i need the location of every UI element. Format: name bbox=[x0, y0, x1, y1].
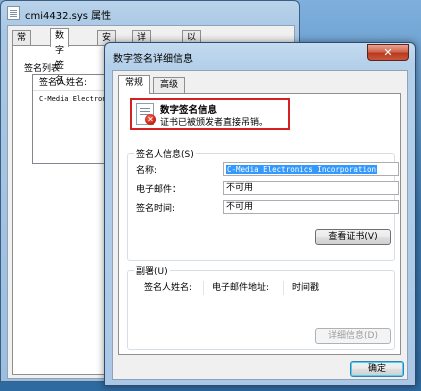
tab-digital-signatures[interactable]: 数字签名 bbox=[50, 28, 70, 86]
email-label: 电子邮件： bbox=[136, 185, 182, 195]
signer-info-label: 签名人信息(S) bbox=[134, 147, 196, 160]
signing-time-field[interactable]: 不可用 bbox=[223, 200, 399, 214]
close-icon: ✕ bbox=[383, 46, 393, 59]
countersignatures-label: 副署(U) bbox=[134, 264, 170, 277]
name-value: C-Media Electronics Incorporation bbox=[226, 165, 378, 174]
tab-general[interactable]: 常规 bbox=[118, 75, 151, 94]
email-field[interactable]: 不可用 bbox=[223, 181, 399, 195]
name-label: 名称: bbox=[136, 166, 158, 176]
dialog-client: 常规 高级 ✕ 数字签名信息 证书已被颁发者直接吊销。 签名人信息(S) 名称:… bbox=[112, 70, 408, 380]
warning-title: 数字签名信息 bbox=[160, 105, 218, 116]
error-icon: ✕ bbox=[145, 114, 156, 125]
ok-button[interactable]: 确定 bbox=[350, 361, 404, 377]
signing-time-label: 签名时间: bbox=[136, 204, 176, 214]
signature-list-row[interactable]: C-Media Electronics bbox=[39, 95, 111, 103]
signature-warning: ✕ 数字签名信息 证书已被颁发者直接吊销。 bbox=[130, 98, 290, 130]
tab-general[interactable]: 常规 bbox=[12, 30, 32, 58]
column-signer-name[interactable]: 签名人姓名: bbox=[136, 281, 204, 295]
properties-window-title: cmi4432.sys 属性 bbox=[25, 11, 112, 22]
column-email-address[interactable]: 电子邮件地址: bbox=[204, 281, 284, 295]
countersignatures-list[interactable]: 签名人姓名: 电子邮件地址: 时间戳 bbox=[128, 281, 394, 295]
column-timestamp[interactable]: 时间戳 bbox=[284, 281, 344, 295]
name-field[interactable]: C-Media Electronics Incorporation bbox=[223, 162, 399, 176]
signer-name-column-header[interactable]: 签名人姓名: bbox=[33, 75, 111, 91]
general-panel: ✕ 数字签名信息 证书已被颁发者直接吊销。 签名人信息(S) 名称: C-Med… bbox=[118, 93, 401, 355]
signer-info-group: 签名人信息(S) 名称: C-Media Electronics Incorpo… bbox=[127, 147, 399, 261]
countersignatures-group: 副署(U) 签名人姓名: 电子邮件地址: 时间戳 详细信息(D) bbox=[127, 264, 395, 350]
dialog-title: 数字签名详细信息 bbox=[113, 54, 193, 65]
signature-details-dialog: 数字签名详细信息 ✕ 常规 高级 ✕ 数字签名信息 证书已被颁发者直接吊销。 签… bbox=[104, 42, 416, 386]
close-button[interactable]: ✕ bbox=[367, 44, 409, 61]
details-button[interactable]: 详细信息(D) bbox=[315, 328, 391, 344]
warning-message: 证书已被颁发者直接吊销。 bbox=[160, 118, 269, 128]
tab-advanced[interactable]: 高级 bbox=[153, 77, 186, 93]
file-icon bbox=[7, 6, 20, 20]
signature-list[interactable]: 签名人姓名: C-Media Electronics bbox=[32, 74, 112, 164]
view-certificate-button[interactable]: 查看证书(V) bbox=[315, 229, 391, 245]
